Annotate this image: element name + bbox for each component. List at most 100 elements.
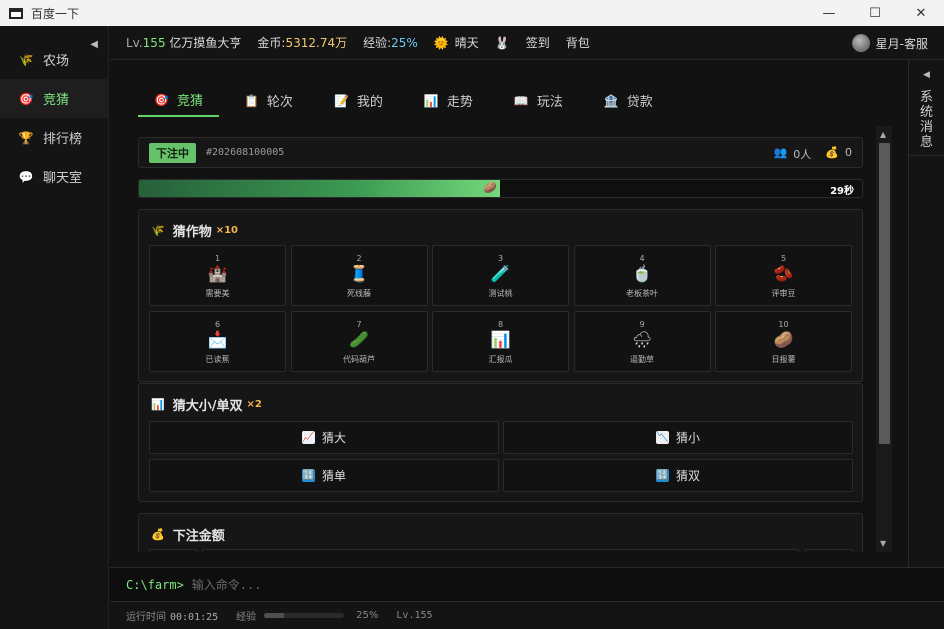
crop-number: 7	[356, 320, 362, 329]
crop-code-gourd-button[interactable]: 7 🥒 代码葫芦	[290, 311, 428, 372]
numbers-icon: 🔢	[301, 469, 315, 482]
runtime-label: 运行时间	[126, 612, 166, 623]
cucumber-icon: 🥒	[349, 330, 369, 349]
crop-number: 4	[639, 254, 645, 263]
round-number: #202608100005	[206, 147, 285, 158]
tab-trend[interactable]: 📊 走势	[408, 84, 489, 117]
window-controls: — ☐ ✕	[806, 0, 944, 26]
tab-bar: 🎯 竞猜 📋 轮次 📝 我的 📊 走势 📖 玩法 🏦 贷款	[138, 84, 678, 117]
crop-deadline-vine-button[interactable]: 2 🧵 死线藤	[290, 245, 428, 306]
amount-increase-button[interactable]	[805, 549, 853, 552]
level-display: Lv.155 亿万摸鱼大亨	[126, 34, 241, 51]
crop-name: 代码葫芦	[343, 355, 375, 364]
username: 星月-客服	[875, 36, 928, 51]
chart-up-icon: 📈	[301, 431, 315, 444]
tab-label: 我的	[356, 95, 383, 110]
rabbit-icon[interactable]: 🐰	[495, 36, 510, 50]
rain-cloud-icon: 🌧	[631, 330, 653, 349]
guess-crop-section: 🌾 猜作物 ×10 1 🏰 需要美 2 🧵 死线藤 3 🧪 测试桃 4 🍵 老板茶叶 5 🫘 评审豆 6 📩 已读…	[138, 209, 863, 382]
crop-name: 评审豆	[771, 289, 796, 298]
castle-icon: 🏰	[207, 264, 228, 283]
crop-name: 汇报瓜	[488, 355, 513, 364]
potato-icon: 🥔	[483, 181, 497, 194]
tab-mine[interactable]: 📝 我的	[318, 84, 399, 117]
money-bag-icon: 💰	[151, 528, 165, 541]
crop-boss-tea-button[interactable]: 4 🍵 老板茶叶	[573, 245, 711, 306]
progress-fill	[139, 180, 500, 197]
sidebar-item-leaderboard[interactable]: 🏆 排行榜	[0, 118, 109, 157]
round-info-bar: 下注中 #202608100005 👥 0人 💰 0	[138, 137, 863, 168]
close-button[interactable]: ✕	[898, 0, 944, 26]
crop-number: 3	[497, 254, 504, 263]
tab-rules[interactable]: 📖 玩法	[498, 84, 579, 117]
tab-rounds[interactable]: 📋 轮次	[228, 84, 309, 117]
bet-label: 猜大	[321, 431, 346, 445]
multiplier-label: ×10	[215, 225, 239, 236]
section-title: 💰 下注金额	[151, 525, 225, 544]
guess-scroll-area[interactable]: 下注中 #202608100005 👥 0人 💰 0 🥔 29秒 🌾 猜作物 ×…	[138, 126, 892, 552]
section-title: 📊 猜大小/单双 ×2	[151, 395, 262, 414]
bet-even-button[interactable]: 🔢 猜双	[503, 459, 853, 492]
top-status-bar: Lv.155 亿万摸鱼大亨 金币:5312.74万 经验:25% 🌞 晴天 🐰 签…	[110, 26, 944, 60]
bet-odd-button[interactable]: 🔢 猜单	[149, 459, 499, 492]
target-icon: 🎯	[18, 91, 34, 106]
crop-test-peach-button[interactable]: 3 🧪 测试桃	[432, 245, 569, 306]
vertical-scrollbar[interactable]: ▲ ▼	[876, 126, 892, 552]
tab-label: 玩法	[536, 95, 563, 110]
sidebar-item-farm[interactable]: 🌾 农场	[0, 40, 109, 79]
round-progress-bar: 🥔 29秒	[138, 179, 863, 198]
envelope-icon: 📩	[207, 330, 228, 349]
crop-read-banana-button[interactable]: 6 📩 已读蕉	[149, 311, 286, 372]
crop-name: 已读蕉	[205, 355, 230, 364]
crop-number: 10	[778, 320, 789, 329]
sidebar-item-chatroom[interactable]: 💬 聊天室	[0, 157, 109, 196]
footer-exp-bar	[264, 613, 345, 618]
sidebar: ◀ 🌾 农场 🎯 竞猜 🏆 排行榜 💬 聊天室	[0, 26, 109, 629]
bar-chart-icon: 📊	[423, 93, 439, 108]
tab-label: 贷款	[626, 95, 653, 110]
tab-loan[interactable]: 🏦 贷款	[588, 84, 669, 117]
amount-input[interactable]	[202, 549, 799, 552]
wheat-icon: 🌾	[18, 52, 34, 67]
weather-label: 晴天	[454, 36, 479, 50]
target-icon: 🎯	[154, 92, 169, 107]
tab-label: 走势	[446, 95, 473, 110]
bag-button[interactable]: 背包	[566, 34, 590, 51]
bet-big-button[interactable]: 📈 猜大	[149, 421, 499, 454]
command-input[interactable]	[191, 577, 792, 592]
bet-small-button[interactable]: 📉 猜小	[503, 421, 853, 454]
crop-overtime-grass-button[interactable]: 9 🌧 逼勤草	[573, 311, 711, 372]
section-title: 🌾 猜作物 ×10	[151, 221, 238, 240]
scrollbar-thumb[interactable]	[879, 143, 890, 444]
runtime-value: 00:01:25	[170, 612, 219, 623]
chart-down-icon: 📉	[655, 431, 669, 444]
crop-name: 日报薯	[771, 355, 796, 364]
window-titlebar: 百度一下 — ☐ ✕	[0, 0, 944, 26]
trophy-icon: 🏆	[18, 130, 34, 145]
section-title-text: 下注金额	[172, 529, 225, 544]
amount-decrease-button[interactable]	[149, 549, 197, 552]
crop-need-beauty-button[interactable]: 1 🏰 需要美	[149, 245, 286, 306]
scroll-down-icon[interactable]: ▼	[880, 539, 886, 548]
maximize-button[interactable]: ☐	[852, 0, 898, 26]
command-prompt: C:\farm>	[126, 577, 184, 592]
scroll-up-icon[interactable]: ▲	[880, 130, 886, 139]
system-message-toggle[interactable]: ◀ 系统消息	[909, 60, 944, 156]
footer-exp-label: 经验	[236, 612, 257, 623]
checkin-button[interactable]: 签到	[526, 34, 550, 51]
tab-guess[interactable]: 🎯 竞猜	[138, 84, 219, 117]
bet-label: 猜小	[675, 431, 700, 445]
crop-daily-potato-button[interactable]: 10 🥔 日报薯	[715, 311, 852, 372]
crop-name: 测试桃	[488, 289, 513, 298]
user-menu[interactable]: 星月-客服	[851, 34, 928, 52]
crop-report-melon-button[interactable]: 8 📊 汇报瓜	[432, 311, 569, 372]
section-title-text: 猜大小/单双	[172, 399, 243, 414]
coin-label: 金币:	[257, 36, 286, 50]
sidebar-item-guess[interactable]: 🎯 竞猜	[0, 79, 109, 118]
minimize-button[interactable]: —	[806, 0, 852, 26]
tab-label: 轮次	[266, 95, 293, 110]
memo-icon: 📝	[333, 93, 349, 108]
exp-bar-fill	[264, 613, 285, 618]
crop-review-bean-button[interactable]: 5 🫘 评审豆	[715, 245, 852, 306]
multiplier-label: ×2	[246, 399, 262, 410]
